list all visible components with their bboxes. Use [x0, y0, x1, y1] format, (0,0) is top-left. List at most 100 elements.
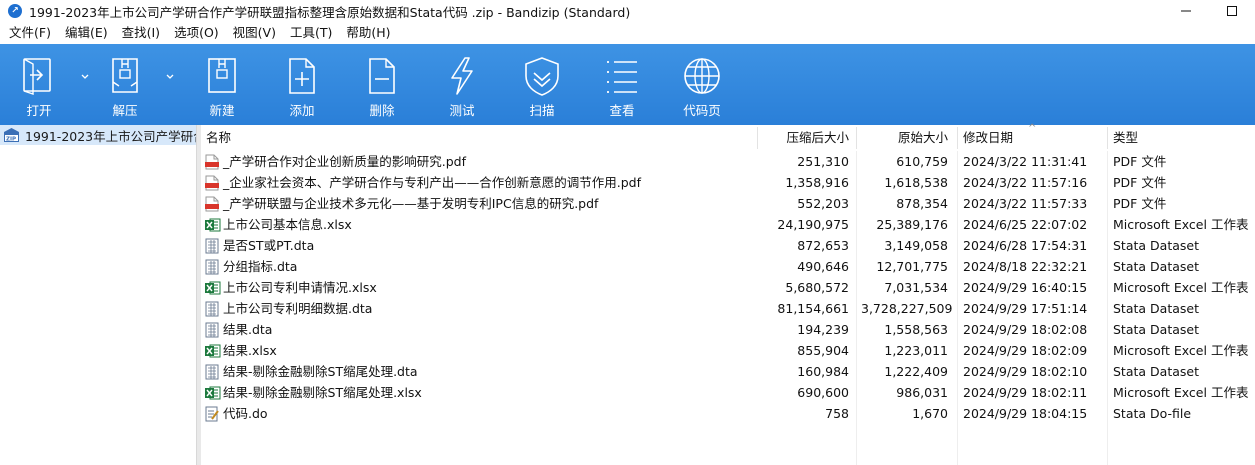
file-row[interactable]: 结果-剔除金融剔除ST缩尾处理.dta 160,984 1,222,409 2024/… — [201, 361, 1255, 382]
menu-bar: 文件(F) 编辑(E) 查找(I) 选项(O) 视图(V) 工具(T) 帮助(H… — [0, 22, 1255, 44]
test-button[interactable]: 测试 — [422, 44, 502, 125]
menu-options[interactable]: 选项(O) — [167, 22, 226, 44]
delete-button[interactable]: 删除 — [342, 44, 422, 125]
window-title: 1991-2023年上市公司产学研合作产学研联盟指标整理含原始数据和Stata代… — [29, 4, 631, 20]
file-type: Microsoft Excel 工作表 — [1113, 343, 1249, 358]
file-type: PDF 文件 — [1113, 175, 1167, 190]
file-row[interactable]: 代码.do 758 1,670 2024/9/29 18:04:15 Stata Do-… — [201, 403, 1255, 424]
file-name: _产学研合作对企业创新质量的影响研究.pdf — [223, 154, 466, 169]
file-row[interactable]: 分组指标.dta 490,646 12,701,775 2024/8/18 22:32… — [201, 256, 1255, 277]
file-name-cell: 结果.dta — [205, 319, 272, 340]
stata-do-file-icon — [205, 406, 219, 422]
file-name-cell: 上市公司专利申请情况.xlsx — [205, 277, 377, 298]
stata-dataset-icon — [205, 259, 219, 275]
new-archive-icon — [202, 56, 242, 96]
extract-button[interactable]: 解压 — [92, 44, 158, 125]
view-button[interactable]: 查看 — [582, 44, 662, 125]
minimize-button[interactable] — [1163, 0, 1209, 22]
file-type: Microsoft Excel 工作表 — [1113, 280, 1249, 295]
modified-date: 2024/9/29 18:02:09 — [963, 343, 1088, 358]
column-header-type[interactable]: 类型 — [1113, 125, 1138, 151]
file-name-cell: _企业家社会资本、产学研合作与专利产出——合作创新意愿的调节作用.pdf — [205, 172, 641, 193]
compressed-size: 5,680,572 — [785, 280, 849, 295]
folder-tree: ZIP 1991-2023年上市公司产学研合 — [0, 125, 197, 465]
compressed-size: 855,904 — [797, 343, 849, 358]
file-row[interactable]: 上市公司专利申请情况.xlsx 5,680,572 7,031,534 2024/9/… — [201, 277, 1255, 298]
file-name-cell: 上市公司基本信息.xlsx — [205, 214, 352, 235]
open-label: 打开 — [26, 103, 52, 118]
menu-edit[interactable]: 编辑(E) — [58, 22, 115, 44]
column-divider[interactable] — [757, 127, 758, 149]
menu-help[interactable]: 帮助(H) — [339, 22, 397, 44]
file-name: 分组指标.dta — [223, 259, 298, 274]
title-bar: ↗ 1991-2023年上市公司产学研合作产学研联盟指标整理含原始数据和Stat… — [0, 0, 1255, 22]
file-row[interactable]: _产学研联盟与企业技术多元化——基于发明专利IPC信息的研究.pdf 552,20… — [201, 193, 1255, 214]
compressed-size: 690,600 — [797, 385, 849, 400]
extract-dropdown-button[interactable] — [158, 44, 182, 125]
modified-date: 2024/9/29 18:02:08 — [963, 322, 1088, 337]
file-row[interactable]: 结果.xlsx 855,904 1,223,011 2024/9/29 18:02:0… — [201, 340, 1255, 361]
file-name-cell: 分组指标.dta — [205, 256, 297, 277]
original-size: 3,728,227,509 — [861, 301, 953, 316]
file-name-cell: 是否ST或PT.dta — [205, 235, 314, 256]
file-name-cell: _产学研合作对企业创新质量的影响研究.pdf — [205, 151, 466, 172]
chevron-down-icon — [81, 74, 89, 79]
file-row[interactable]: _产学研合作对企业创新质量的影响研究.pdf 251,310 610,759 2024… — [201, 151, 1255, 172]
add-label: 添加 — [289, 103, 315, 118]
pdf-file-icon — [205, 175, 219, 191]
menu-tools[interactable]: 工具(T) — [283, 22, 339, 44]
file-name: 结果.dta — [223, 322, 273, 337]
file-name: 是否ST或PT.dta — [223, 238, 315, 253]
file-name-cell: 结果.xlsx — [205, 340, 277, 361]
modified-date: 2024/9/29 18:04:15 — [963, 406, 1088, 421]
compressed-size: 490,646 — [797, 259, 849, 274]
menu-view[interactable]: 视图(V) — [226, 22, 283, 44]
modified-date: 2024/8/18 22:32:21 — [963, 259, 1088, 274]
add-button[interactable]: 添加 — [262, 44, 342, 125]
original-size: 986,031 — [896, 385, 948, 400]
file-name-cell: 上市公司专利明细数据.dta — [205, 298, 372, 319]
column-header-original[interactable]: 原始大小 — [861, 125, 948, 151]
file-name-cell: 结果-剔除金融剔除ST缩尾处理.xlsx — [205, 382, 422, 403]
original-size: 1,558,563 — [884, 322, 948, 337]
new-archive-button[interactable]: 新建 — [182, 44, 262, 125]
file-row[interactable]: 上市公司基本信息.xlsx 24,190,975 25,389,176 2024/6/… — [201, 214, 1255, 235]
modified-date: 2024/3/22 11:57:33 — [963, 196, 1088, 211]
view-icon — [602, 56, 642, 96]
file-row[interactable]: _企业家社会资本、产学研合作与专利产出——合作创新意愿的调节作用.pdf 1,35… — [201, 172, 1255, 193]
open-dropdown-button[interactable] — [78, 44, 92, 125]
sort-ascending-icon: ^ — [1028, 123, 1037, 134]
column-header-modified[interactable]: 修改日期 — [963, 125, 1013, 151]
file-list: 名称 压缩后大小 原始大小 修改日期 ^ 类型 _产学研合作对企业创新质量的影响… — [201, 123, 1255, 465]
original-size: 1,670 — [912, 406, 948, 421]
open-button[interactable]: 打开 — [0, 44, 78, 125]
file-row[interactable]: 是否ST或PT.dta 872,653 3,149,058 2024/6/28 17:… — [201, 235, 1255, 256]
maximize-button[interactable] — [1209, 0, 1255, 22]
tree-item-archive[interactable]: ZIP 1991-2023年上市公司产学研合 — [0, 125, 196, 145]
column-divider[interactable] — [856, 127, 857, 149]
menu-find[interactable]: 查找(I) — [115, 22, 167, 44]
modified-date: 2024/9/29 18:02:10 — [963, 364, 1088, 379]
file-row[interactable]: 结果.dta 194,239 1,558,563 2024/9/29 18:02:08… — [201, 319, 1255, 340]
file-type: Stata Dataset — [1113, 259, 1199, 274]
original-size: 12,701,775 — [876, 259, 948, 274]
original-size: 1,618,538 — [884, 175, 948, 190]
column-header-name[interactable]: 名称 — [206, 125, 231, 151]
codepage-button[interactable]: 代码页 — [662, 44, 742, 125]
excel-file-icon — [205, 280, 221, 296]
file-row[interactable]: 上市公司专利明细数据.dta 81,154,661 3,728,227,509 202… — [201, 298, 1255, 319]
column-divider[interactable] — [957, 127, 958, 149]
modified-date: 2024/9/29 17:51:14 — [963, 301, 1088, 316]
svg-text:ZIP: ZIP — [6, 137, 16, 143]
stata-dataset-icon — [205, 364, 219, 380]
stata-dataset-icon — [205, 301, 219, 317]
compressed-size: 872,653 — [797, 238, 849, 253]
column-divider[interactable] — [1107, 127, 1108, 149]
file-name: 结果.xlsx — [223, 343, 277, 358]
file-row[interactable]: 结果-剔除金融剔除ST缩尾处理.xlsx 690,600 986,031 2024/9… — [201, 382, 1255, 403]
file-type: Microsoft Excel 工作表 — [1113, 385, 1249, 400]
column-header-compressed[interactable]: 压缩后大小 — [761, 125, 849, 151]
modified-date: 2024/9/29 16:40:15 — [963, 280, 1088, 295]
scan-button[interactable]: 扫描 — [502, 44, 582, 125]
menu-file[interactable]: 文件(F) — [2, 22, 58, 44]
